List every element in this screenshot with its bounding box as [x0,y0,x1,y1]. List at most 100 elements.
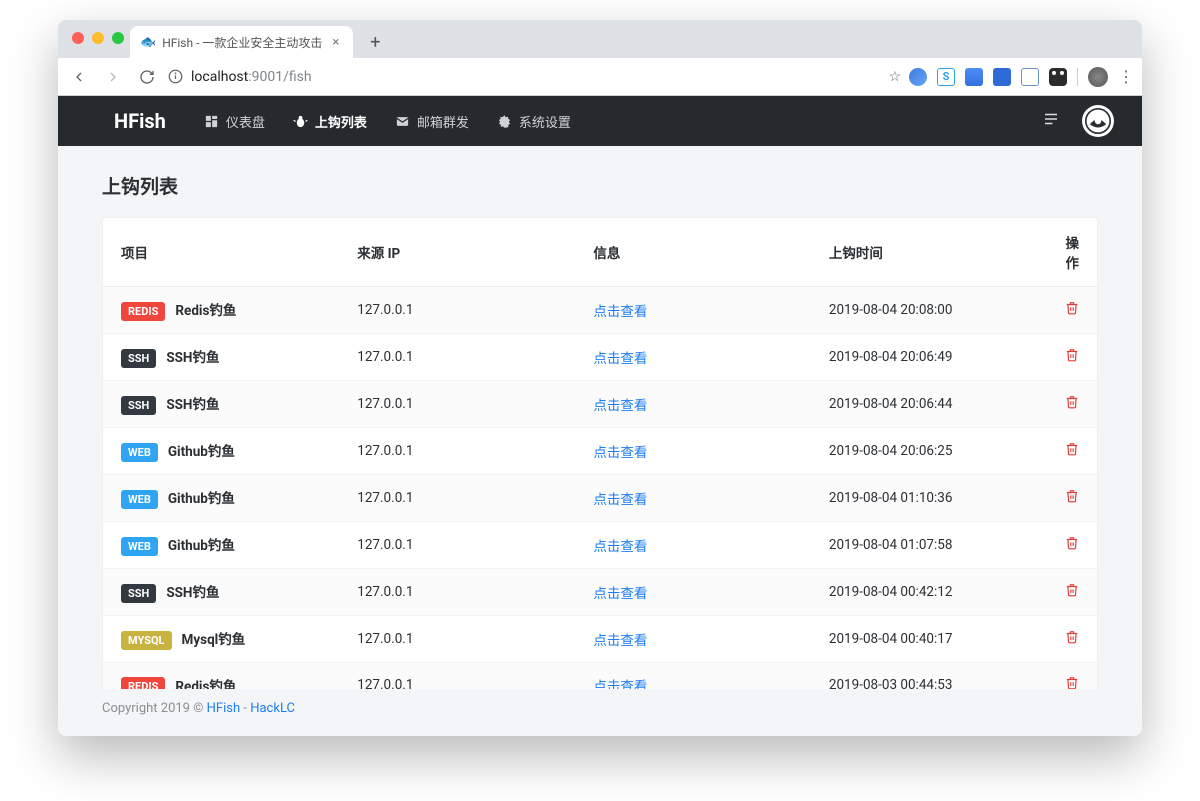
new-tab-button[interactable]: + [361,28,389,56]
cell-project: SSH SSH钓鱼 [103,380,339,427]
profile-avatar[interactable] [1088,67,1108,87]
extension-icon[interactable] [909,68,927,86]
window-close-button[interactable] [72,32,84,44]
forward-button[interactable] [100,64,126,90]
extension-icon[interactable] [1021,68,1039,86]
address-bar[interactable]: localhost :9001/fish [168,69,880,85]
badge-ssh: SSH [121,349,156,368]
list-menu-icon[interactable] [1042,110,1060,132]
cell-ip: 127.0.0.1 [339,474,575,521]
browser-window: 🐟 HFish - 一款企业安全主动攻击 × + localhost :9001… [58,20,1142,736]
cell-action [1047,474,1097,521]
page-title: 上钩列表 [102,172,1098,199]
tab-strip: 🐟 HFish - 一款企业安全主动攻击 × + [58,20,1142,58]
traffic-lights [72,32,124,44]
project-name: Redis钓鱼 [175,679,236,690]
col-project: 项目 [103,218,339,287]
nav-label: 邮箱群发 [417,112,469,131]
trash-icon[interactable] [1065,303,1079,319]
col-time: 上钩时间 [811,218,1047,287]
cell-ip: 127.0.0.1 [339,568,575,615]
view-link[interactable]: 点击查看 [593,304,647,320]
badge-redis: REDIS [121,677,165,689]
table-row: MYSQLMysql钓鱼127.0.0.1点击查看2019-08-04 00:4… [103,615,1097,662]
trash-icon[interactable] [1065,491,1079,507]
project-name: Redis钓鱼 [175,303,236,319]
cell-action [1047,662,1097,689]
trash-icon[interactable] [1065,397,1079,413]
extension-icon[interactable]: S [937,68,955,86]
nav-item-mail[interactable]: 邮箱群发 [395,112,469,131]
favicon-icon: 🐟 [140,35,156,50]
cell-action [1047,568,1097,615]
trash-icon[interactable] [1065,585,1079,601]
cell-ip: 127.0.0.1 [339,521,575,568]
table-header-row: 项目 来源 IP 信息 上钩时间 操作 [103,218,1097,287]
cell-action [1047,615,1097,662]
kebab-menu-icon[interactable]: ⋮ [1118,67,1134,86]
project-name: SSH钓鱼 [166,350,219,366]
tab-close-button[interactable]: × [328,35,343,50]
cell-info: 点击查看 [575,427,810,474]
project-name: SSH钓鱼 [166,397,219,413]
back-button[interactable] [66,64,92,90]
cell-project: WEBGithub钓鱼 [103,427,339,474]
window-minimize-button[interactable] [92,32,104,44]
nav-item-gear[interactable]: 系统设置 [497,112,571,131]
cell-time: 2019-08-04 00:42:12 [811,568,1047,615]
main-nav: 仪表盘 上钩列表 邮箱群发 系统设置 [204,112,571,131]
nav-item-dashboard[interactable]: 仪表盘 [204,112,265,131]
cell-action [1047,521,1097,568]
url-path: :9001/fish [248,69,311,85]
cell-info: 点击查看 [575,568,810,615]
trash-icon[interactable] [1065,444,1079,460]
browser-tab[interactable]: 🐟 HFish - 一款企业安全主动攻击 × [130,26,353,58]
trash-icon[interactable] [1065,678,1079,689]
view-link[interactable]: 点击查看 [593,539,647,555]
star-icon[interactable]: ☆ [888,69,901,85]
toolbar: localhost :9001/fish ☆ S ⋮ [58,58,1142,96]
view-link[interactable]: 点击查看 [593,633,647,649]
trash-icon[interactable] [1065,350,1079,366]
site-info-icon[interactable] [168,69,183,84]
table-row: SSHSSH钓鱼127.0.0.1点击查看2019-08-04 20:06:44 [103,380,1097,427]
cell-project: REDISRedis钓鱼 [103,287,339,334]
tab-title: HFish - 一款企业安全主动攻击 [162,34,322,51]
extension-icon[interactable] [993,68,1011,86]
view-link[interactable]: 点击查看 [593,398,647,414]
view-link[interactable]: 点击查看 [593,586,647,602]
cell-ip: 127.0.0.1 [339,662,575,689]
cell-info: 点击查看 [575,521,810,568]
cell-info: 点击查看 [575,474,810,521]
extension-icon[interactable] [965,68,983,86]
project-name: Github钓鱼 [168,444,235,460]
cell-ip: 127.0.0.1 [339,615,575,662]
window-maximize-button[interactable] [112,32,124,44]
nav-item-bug[interactable]: 上钩列表 [293,112,367,131]
extension-icon[interactable] [1049,68,1067,86]
brand[interactable]: HFish [114,109,166,133]
cell-info: 点击查看 [575,615,810,662]
extension-icons: S ⋮ [909,67,1134,87]
col-info: 信息 [575,218,810,287]
view-link[interactable]: 点击查看 [593,492,647,508]
content-area: 上钩列表 项目 来源 IP 信息 上钩时间 操作 REDISRedis钓鱼127… [58,146,1142,689]
cell-time: 2019-08-04 20:06:49 [811,333,1047,380]
table-row: SSHSSH钓鱼127.0.0.1点击查看2019-08-04 20:06:49 [103,333,1097,380]
footer-link-hacklc[interactable]: HackLC [250,701,295,716]
footer-link-hfish[interactable]: HFish [207,701,241,716]
trash-icon[interactable] [1065,632,1079,648]
cell-action [1047,427,1097,474]
view-link[interactable]: 点击查看 [593,445,647,461]
badge-ssh: SSH [121,396,156,415]
bug-icon [293,114,308,129]
view-link[interactable]: 点击查看 [593,351,647,367]
cell-ip: 127.0.0.1 [339,427,575,474]
trash-icon[interactable] [1065,538,1079,554]
cell-action [1047,333,1097,380]
user-avatar[interactable] [1082,105,1114,137]
reload-button[interactable] [134,64,160,90]
cell-project: SSHSSH钓鱼 [103,568,339,615]
view-link[interactable]: 点击查看 [593,679,647,689]
table-row: SSHSSH钓鱼127.0.0.1 点击查看 2019-08-04 00:42:12 [103,568,1097,615]
